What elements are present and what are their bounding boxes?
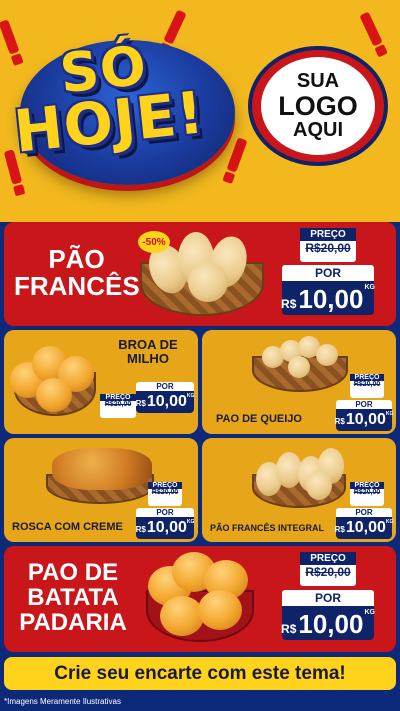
exclamation-icon [163,9,187,45]
current-price-block: POR R$ 10,00 KG [136,382,194,413]
flyer: SÓ HOJE! SUA LOGO AQUI PÃO FRANCÊS -50% … [0,0,400,711]
disclaimer: *Imagens Meramente Ilustrativas [4,697,121,706]
bread-roll [36,378,72,412]
old-price-block: PREÇO R$20,00 [300,228,356,262]
cta-banner[interactable]: Crie seu encarte com este tema! [4,657,396,690]
old-price-block: PREÇO R$20,00 [350,482,384,506]
sweet-bread [52,448,152,490]
product-name: PÃO FRANCÊS INTEGRAL [210,523,325,533]
logo-line3: AQUI [293,119,343,142]
product-name: PAO DE QUEIJO [216,413,302,425]
exclamation-icon [359,11,383,47]
logo-placeholder: SUA LOGO AQUI [248,46,388,166]
bread-roll [306,470,332,500]
old-price-block: PREÇO R$20,00 [148,482,182,506]
cheese-bread [288,356,310,378]
product-name: ROSCA COM CREME [12,521,123,533]
current-price-block: POR R$ 10,00 KG [335,400,393,431]
current-price-block: POR R$ 10,00 KG [281,590,375,640]
logo-line1: SUA [296,69,340,92]
bread-roll [160,596,204,636]
current-price-block: POR R$ 10,00 KG [136,508,194,539]
logo-line2: LOGO [278,90,358,121]
product-name: BROA DE MILHO [118,337,178,366]
old-price-block: PREÇO R$20,00 [350,374,384,398]
product-name: PÃO FRANCÊS [14,244,140,302]
current-price-block: POR R$ 10,00 KG [281,265,375,315]
old-price-block: PREÇO R$20,00 [100,394,136,418]
header: SÓ HOJE! SUA LOGO AQUI [0,0,400,222]
product-name: PAO DE BATATA PADARIA [19,559,127,637]
current-price-block: POR R$ 10,00 KG [335,508,393,539]
exclamation-icon [226,137,248,173]
discount-badge: -50% [138,231,170,253]
bread-roll [188,262,228,302]
exclamation-icon [0,19,20,55]
cheese-bread [316,344,338,366]
old-price-block: PREÇO R$20,00 [300,552,356,586]
bread-roll [198,590,242,630]
